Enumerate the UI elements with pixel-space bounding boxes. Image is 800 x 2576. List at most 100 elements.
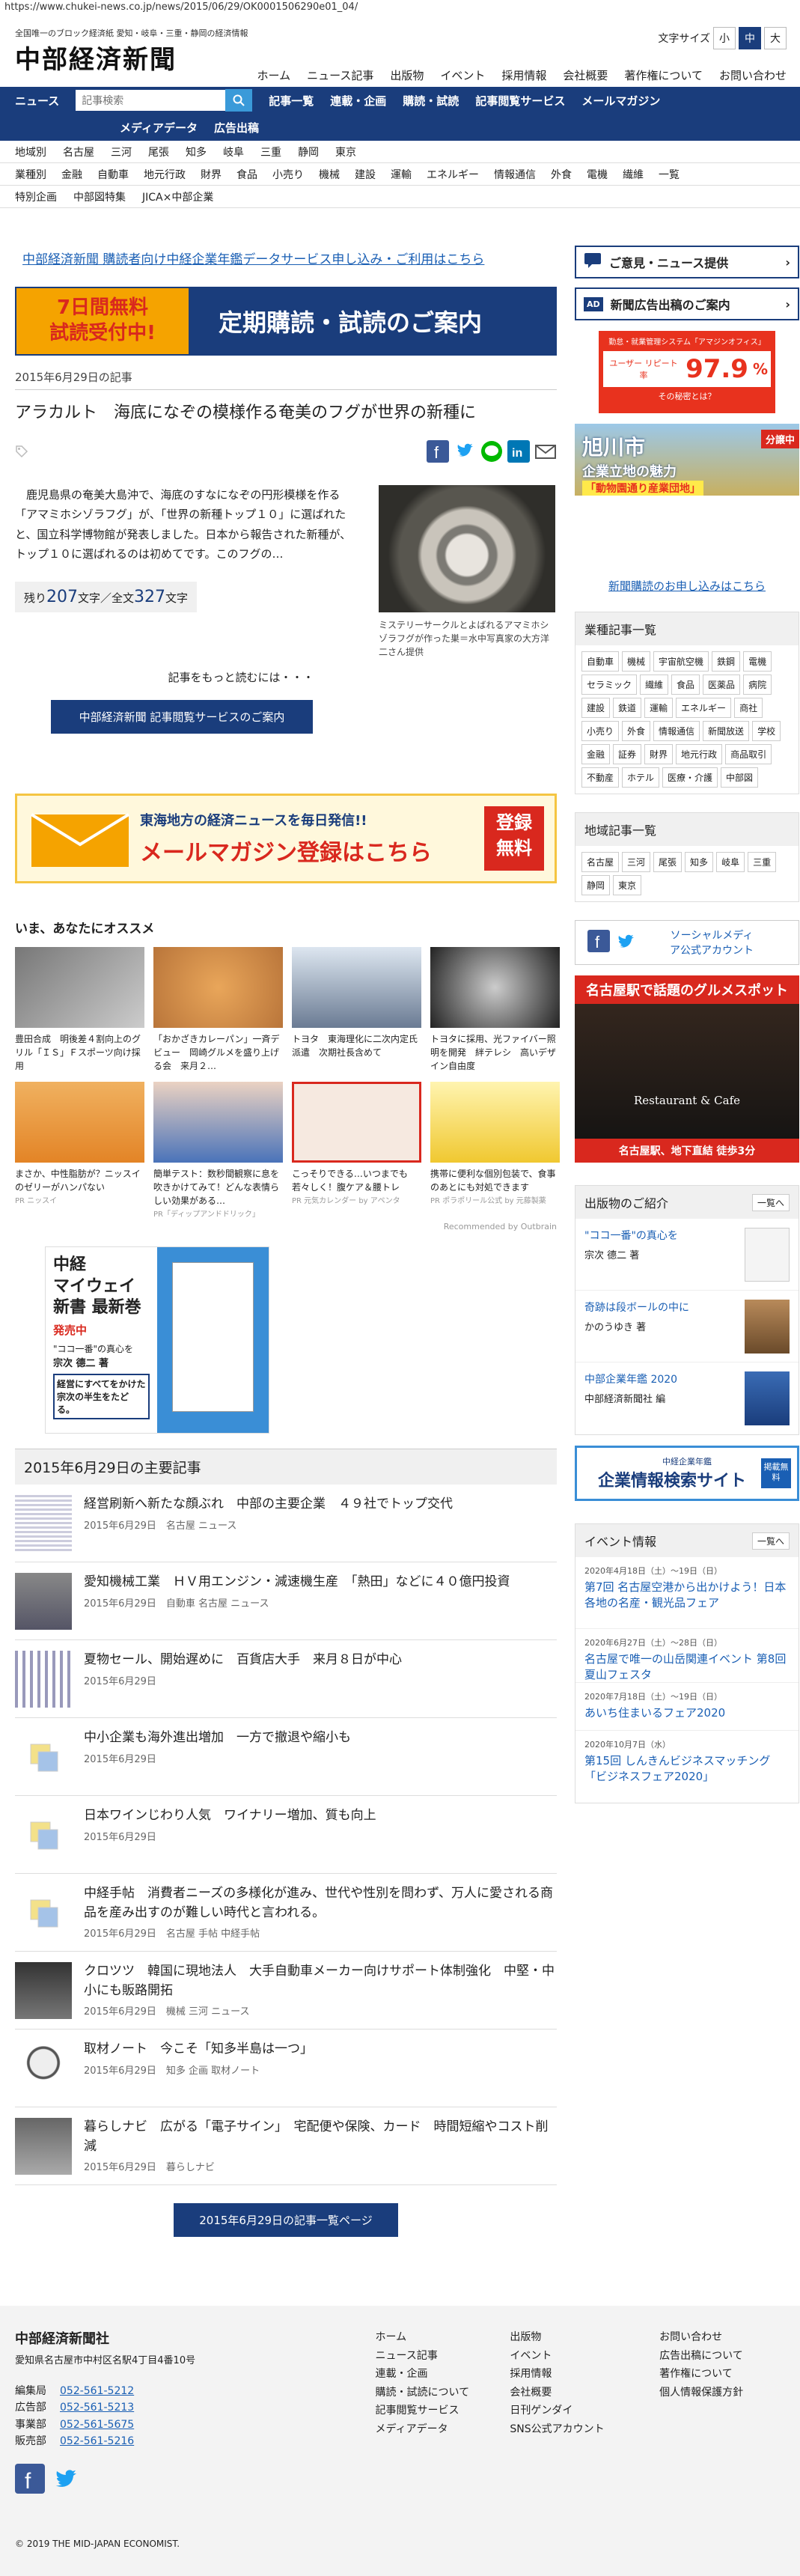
subnav-item[interactable]: 三河: [111, 144, 132, 159]
site-logo[interactable]: 中部経済新聞: [15, 39, 177, 76]
font-size-medium-button[interactable]: 中: [739, 27, 761, 49]
subnav-item[interactable]: 外食: [551, 167, 572, 182]
industry-tag[interactable]: 中部図: [721, 767, 759, 788]
industry-tag[interactable]: 自動車: [581, 651, 620, 672]
nav-article-list[interactable]: 記事一覧: [269, 93, 314, 109]
industry-tag[interactable]: 新聞放送: [703, 721, 750, 741]
gourmet-ad[interactable]: 名古屋駅で話題のグルメスポット Restaurant & Cafe 名古屋駅、地…: [575, 975, 799, 1163]
topnav-recruit[interactable]: 採用情報: [501, 67, 546, 83]
industry-tag[interactable]: 鉄鋼: [712, 651, 741, 672]
industry-tag[interactable]: 電機: [743, 651, 772, 672]
footer-link[interactable]: 採用情報: [501, 2365, 650, 2384]
recommend-card[interactable]: 豊田合成 明後差４割向上のグリル「ＩＳ」Ｆスポーツ向け採用: [15, 947, 144, 1073]
recommend-card[interactable]: トヨタに採用、光ファイバー照明を開発 絆テレシ 高いデザイン自由度: [430, 947, 560, 1073]
ad-asahikawa[interactable]: 旭川市 企業立地の魅力 「動物園通り産業団地」 分譲中: [575, 424, 799, 496]
latest-item[interactable]: 暮らしナビ 広がる「電子サイン」 宅配便や保険、カード 時間短縮やコスト削減 20…: [15, 2107, 557, 2185]
twitter-icon[interactable]: [52, 2464, 82, 2497]
event-item[interactable]: 2020年7月18日（土）～19日（日） あいち住まいるフェア2020: [575, 1683, 799, 1731]
industry-tag[interactable]: 外食: [622, 721, 651, 741]
nav-news[interactable]: ニュース: [15, 93, 59, 109]
font-size-large-button[interactable]: 大: [764, 27, 787, 49]
recommend-card[interactable]: 簡単テスト：数秒間観察に息を吹きかけてみて！どんな表情らしい効果がある… PR「デ…: [153, 1082, 283, 1219]
industry-tag[interactable]: 不動産: [581, 767, 620, 788]
industry-tag[interactable]: ホテル: [622, 767, 660, 788]
subnav-item[interactable]: 機械: [319, 167, 340, 182]
region-tag[interactable]: 名古屋: [581, 852, 620, 872]
region-tag[interactable]: 静岡: [581, 875, 611, 895]
promo-link[interactable]: 中部経済新聞 購読者向け中経企業年鑑データサービス申し込み・ご利用はこちら: [15, 225, 557, 267]
latest-item[interactable]: 経営刷新へ新たな顔ぶれ 中部の主要企業 ４９社でトップ交代 2015年6月29日 …: [15, 1485, 557, 1562]
pub-item[interactable]: 中部企業年鑑 2020 中部経済新聞社 編: [575, 1362, 799, 1434]
latest-item[interactable]: クロツツ 韓国に現地法人 大手自動車メーカー向けサポート体制強化 中堅・中小にも…: [15, 1952, 557, 2030]
footer-link[interactable]: 広告出稿について: [650, 2347, 785, 2366]
topnav-publications[interactable]: 出版物: [390, 67, 424, 83]
subnav-item[interactable]: 運輸: [391, 167, 412, 182]
industry-tag[interactable]: 商社: [734, 698, 763, 718]
subnav-item[interactable]: 名古屋: [63, 144, 94, 159]
topnav-company[interactable]: 会社概要: [563, 67, 608, 83]
outbrain-label[interactable]: Recommended by Outbrain: [15, 1222, 557, 1231]
mail-magazine-banner[interactable]: 東海地方の経済ニュースを毎日発信!! メールマガジン登録はこちら 登録 無料: [15, 794, 557, 883]
topnav-contact[interactable]: お問い合わせ: [719, 67, 787, 83]
topnav-news[interactable]: ニュース記事: [307, 67, 373, 83]
phone-number[interactable]: 052-561-5216: [60, 2435, 134, 2447]
latest-item[interactable]: 夏物セール、開始遅めに 百貨店大手 来月８日が中心 2015年6月29日: [15, 1640, 557, 1718]
industry-tag[interactable]: 商品取引: [725, 744, 772, 764]
subscribe-link[interactable]: 新聞購読のお申し込みはこちら: [575, 578, 799, 594]
article-photo[interactable]: [379, 485, 555, 612]
industry-tag[interactable]: 金融: [581, 744, 611, 764]
industry-tag[interactable]: 建設: [581, 698, 611, 718]
topnav-home[interactable]: ホーム: [257, 67, 291, 83]
topnav-events[interactable]: イベント: [440, 67, 485, 83]
footer-link[interactable]: 日刊ゲンダイ: [501, 2402, 650, 2420]
subnav-item[interactable]: 財界: [201, 167, 222, 182]
industry-tag[interactable]: 宇宙航空機: [653, 651, 709, 672]
latest-item[interactable]: 日本ワインじわり人気 ワイナリー増加、質も向上 2015年6月29日: [15, 1796, 557, 1874]
region-tag[interactable]: 三河: [622, 852, 651, 872]
subnav-item[interactable]: 金融: [61, 167, 82, 182]
footer-link[interactable]: 会社概要: [501, 2384, 650, 2402]
industry-tag[interactable]: 小売り: [581, 721, 620, 741]
footer-link[interactable]: 連載・企画: [367, 2365, 501, 2384]
subnav-item[interactable]: 静岡: [298, 144, 319, 159]
industry-tag[interactable]: エネルギー: [676, 698, 732, 718]
region-tag[interactable]: 東京: [613, 875, 642, 895]
footer-link[interactable]: メディアデータ: [367, 2420, 501, 2439]
nav-media-data[interactable]: メディアデータ: [120, 120, 198, 136]
industry-tag[interactable]: 財界: [644, 744, 674, 764]
footer-link[interactable]: 記事閲覧サービス: [367, 2402, 501, 2420]
article-service-button[interactable]: 中部経済新聞 記事閲覧サービスのご案内: [51, 700, 313, 734]
industry-tag[interactable]: 繊維: [640, 675, 669, 695]
daily-list-button[interactable]: 2015年6月29日の記事一覧ページ: [174, 2203, 398, 2237]
nav-subscribe[interactable]: 購読・試読: [403, 93, 459, 109]
footer-link[interactable]: お問い合わせ: [650, 2328, 785, 2347]
footer-link[interactable]: 出版物: [501, 2328, 650, 2347]
line-share-icon[interactable]: [480, 440, 503, 466]
industry-tag[interactable]: 運輸: [644, 698, 674, 718]
footer-link[interactable]: 個人情報保護方針: [650, 2384, 785, 2402]
subnav-item[interactable]: 繊維: [623, 167, 644, 182]
industry-tag[interactable]: セラミック: [581, 675, 638, 695]
region-tag[interactable]: 知多: [685, 852, 714, 872]
latest-item[interactable]: 取材ノート 今こそ「知多半島は一つ」 2015年6月29日 知多 企画 取材ノート: [15, 2030, 557, 2107]
footer-link[interactable]: ニュース記事: [367, 2347, 501, 2366]
subnav-item[interactable]: 岐阜: [223, 144, 244, 159]
subnav-item[interactable]: 電機: [587, 167, 608, 182]
phone-number[interactable]: 052-561-5212: [60, 2385, 134, 2397]
industry-tag[interactable]: 病院: [743, 675, 772, 695]
nav-mailmagazine[interactable]: メールマガジン: [581, 93, 660, 109]
font-size-small-button[interactable]: 小: [713, 27, 736, 49]
footer-link[interactable]: 購読・試読について: [367, 2384, 501, 2402]
twitter-share-icon[interactable]: [454, 440, 476, 466]
facebook-icon[interactable]: f: [15, 2463, 45, 2497]
subnav-item[interactable]: 三重: [260, 144, 281, 159]
footer-link[interactable]: ホーム: [367, 2328, 501, 2347]
nav-series[interactable]: 連載・企画: [330, 93, 386, 109]
region-tag[interactable]: 岐阜: [716, 852, 745, 872]
phone-number[interactable]: 052-561-5213: [60, 2402, 134, 2414]
recommend-card[interactable]: 携帯に便利な個別包装で、食事のあとにも対処できます PR ポラポリール公式 by …: [430, 1082, 560, 1219]
footer-link[interactable]: SNS公式アカウント: [501, 2420, 650, 2439]
industry-tag[interactable]: 学校: [752, 721, 781, 741]
event-item[interactable]: 2020年4月18日（土）～19日（日） 第7回 名古屋空港から出かけよう！日本各…: [575, 1557, 799, 1629]
subnav-item[interactable]: 地元行政: [144, 167, 186, 182]
